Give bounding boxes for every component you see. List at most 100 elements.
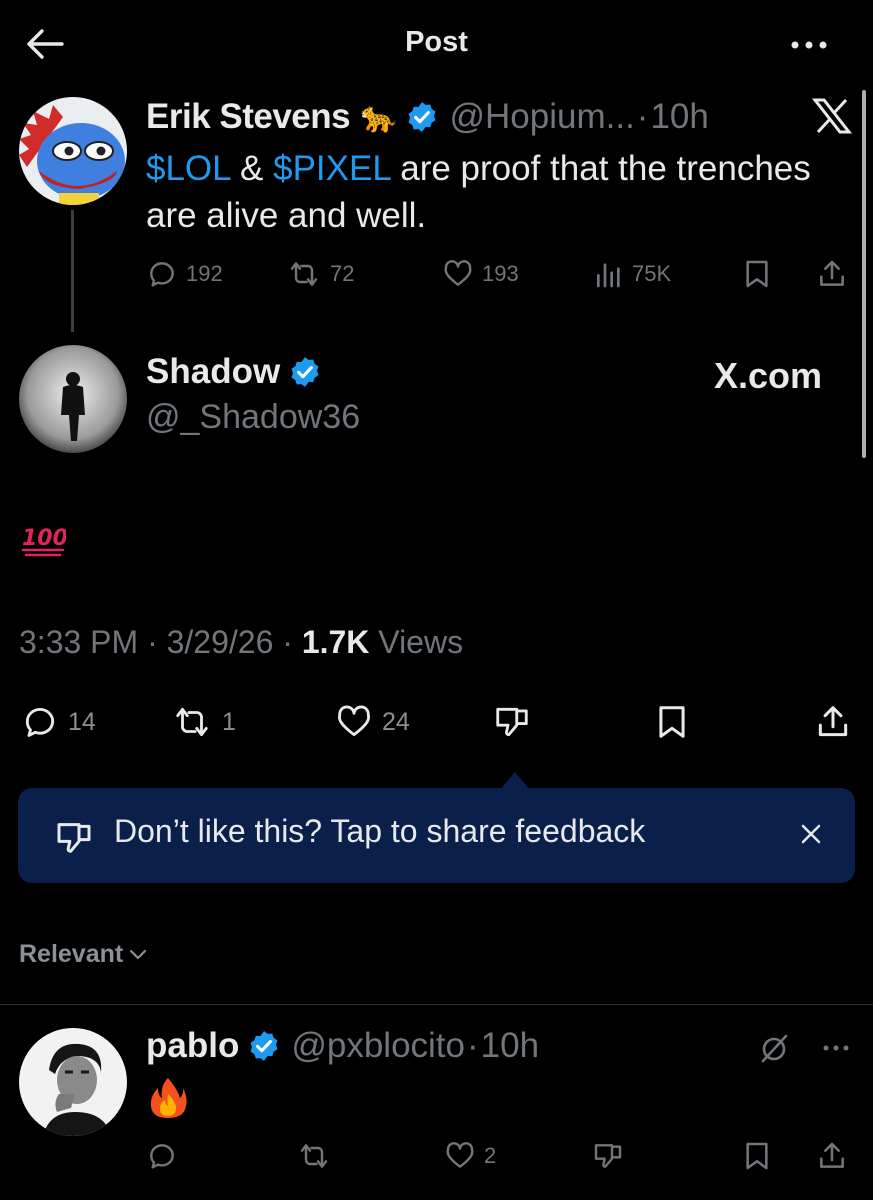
post-meta: 3:33 PM · 3/29/26 · 1.7K Views bbox=[19, 624, 463, 661]
repost-count: 72 bbox=[330, 261, 355, 286]
close-icon bbox=[801, 824, 821, 844]
divider bbox=[0, 1004, 873, 1005]
reply-icon bbox=[150, 1144, 174, 1169]
author-name-line: Shadow bbox=[146, 352, 322, 392]
thread-line bbox=[71, 210, 74, 332]
more-icon bbox=[791, 41, 827, 49]
share-button[interactable] bbox=[816, 258, 848, 290]
svg-text:100: 100 bbox=[22, 526, 66, 551]
feedback-text[interactable]: Don’t like this? Tap to share feedback bbox=[114, 813, 645, 850]
share-icon bbox=[820, 1142, 844, 1168]
reply-icon bbox=[25, 708, 55, 737]
dislike-icon bbox=[57, 823, 91, 853]
more-options-button[interactable] bbox=[786, 30, 832, 60]
chevron-down-icon bbox=[130, 949, 147, 959]
quoted-author-line: Erik Stevens 🐆 @Hopium... · 10h bbox=[146, 97, 709, 137]
repost-button[interactable]: 1 bbox=[170, 703, 236, 741]
like-icon bbox=[444, 260, 472, 286]
sort-selector[interactable]: Relevant bbox=[19, 940, 147, 969]
post-time: 3:33 PM bbox=[19, 624, 139, 660]
bookmark-button[interactable] bbox=[653, 703, 691, 741]
reply-author-line: pablo @pxblocito · 10h bbox=[146, 1026, 539, 1066]
dislike-icon bbox=[496, 707, 528, 737]
reply-count: 192 bbox=[186, 261, 223, 286]
page-title: Post bbox=[405, 26, 468, 58]
like-icon bbox=[446, 1142, 474, 1168]
avatar-pablo[interactable] bbox=[19, 1028, 127, 1136]
source-label[interactable]: X.com bbox=[714, 355, 822, 397]
avatar-erik[interactable] bbox=[19, 97, 127, 205]
like-count: 24 bbox=[382, 707, 410, 736]
cashtag-pixel[interactable]: $PIXEL bbox=[273, 149, 390, 188]
verified-icon bbox=[291, 357, 319, 387]
more-icon bbox=[823, 1045, 849, 1051]
author-handle[interactable]: @_Shadow36 bbox=[146, 398, 360, 437]
share-button[interactable] bbox=[816, 1140, 848, 1172]
bookmark-button[interactable] bbox=[742, 258, 772, 290]
tweet-text-part: & bbox=[230, 149, 274, 188]
repost-button[interactable]: 72 bbox=[286, 258, 354, 290]
avatar-shadow[interactable] bbox=[19, 345, 127, 453]
post-time: 10h bbox=[480, 1026, 540, 1065]
views-icon bbox=[597, 263, 620, 288]
grok-icon bbox=[761, 1034, 788, 1063]
verified-icon bbox=[409, 102, 436, 132]
reply-button[interactable]: 14 bbox=[20, 703, 96, 741]
post-action-bar: 14 1 24 bbox=[0, 697, 873, 747]
share-icon bbox=[820, 260, 844, 286]
author-name[interactable]: Shadow bbox=[146, 352, 280, 392]
scrollbar[interactable] bbox=[862, 90, 866, 458]
author-handle[interactable]: @Hopium... bbox=[449, 97, 634, 137]
reply-button[interactable] bbox=[146, 1140, 178, 1172]
separator-dot: · bbox=[467, 1026, 479, 1065]
views-button[interactable]: 75K bbox=[594, 258, 671, 290]
sort-label: Relevant bbox=[19, 940, 124, 968]
banner-pointer bbox=[500, 772, 530, 790]
share-icon bbox=[818, 706, 848, 737]
like-count: 193 bbox=[482, 261, 519, 286]
reply-action-bar: 2 bbox=[0, 1138, 873, 1178]
repost-button[interactable] bbox=[296, 1140, 332, 1172]
post-time: 10h bbox=[650, 97, 709, 136]
quoted-tweet-text: $LOL & $PIXEL are proof that the trenche… bbox=[146, 145, 826, 239]
views-count: 1.7K bbox=[301, 624, 370, 660]
author-emoji: 🐆 bbox=[360, 100, 398, 134]
reply-icon bbox=[150, 262, 174, 287]
author-name[interactable]: pablo bbox=[146, 1026, 239, 1066]
reply-count: 14 bbox=[68, 707, 96, 736]
like-button[interactable]: 2 bbox=[444, 1140, 496, 1172]
repost-count: 1 bbox=[222, 707, 236, 736]
dislike-button[interactable] bbox=[592, 1140, 624, 1172]
views-label: Views bbox=[378, 624, 464, 660]
bookmark-button[interactable] bbox=[742, 1140, 772, 1172]
like-button[interactable]: 193 bbox=[442, 258, 519, 290]
x-logo-icon bbox=[812, 98, 856, 138]
author-name[interactable]: Erik Stevens bbox=[146, 97, 351, 137]
views-count: 75K bbox=[632, 261, 672, 286]
author-handle[interactable]: @pxblocito bbox=[291, 1026, 465, 1066]
share-button[interactable] bbox=[813, 703, 853, 741]
repost-icon bbox=[176, 707, 208, 737]
cashtag-lol[interactable]: $LOL bbox=[146, 149, 230, 188]
quoted-action-bar: 192 72 193 75K bbox=[146, 256, 866, 296]
grok-button[interactable] bbox=[758, 1032, 790, 1064]
repost-icon bbox=[290, 262, 318, 286]
like-count: 2 bbox=[484, 1143, 497, 1168]
dislike-icon bbox=[594, 1144, 622, 1168]
reply-more-button[interactable] bbox=[820, 1038, 852, 1058]
separator-dot: · bbox=[282, 624, 293, 660]
close-button[interactable] bbox=[797, 820, 825, 848]
separator-dot: · bbox=[636, 97, 649, 136]
like-icon bbox=[337, 705, 371, 737]
bookmark-icon bbox=[746, 260, 768, 288]
verified-icon bbox=[250, 1031, 278, 1061]
bookmark-icon bbox=[746, 1142, 768, 1170]
like-button[interactable]: 24 bbox=[334, 703, 410, 741]
reply-button[interactable]: 192 bbox=[146, 258, 223, 290]
hundred-icon: 100 bbox=[20, 521, 66, 559]
bookmark-icon bbox=[659, 706, 685, 738]
separator-dot: · bbox=[147, 624, 158, 660]
post-date: 3/29/26 bbox=[166, 624, 274, 660]
fire-icon bbox=[148, 1076, 188, 1120]
dislike-button[interactable] bbox=[492, 703, 532, 741]
